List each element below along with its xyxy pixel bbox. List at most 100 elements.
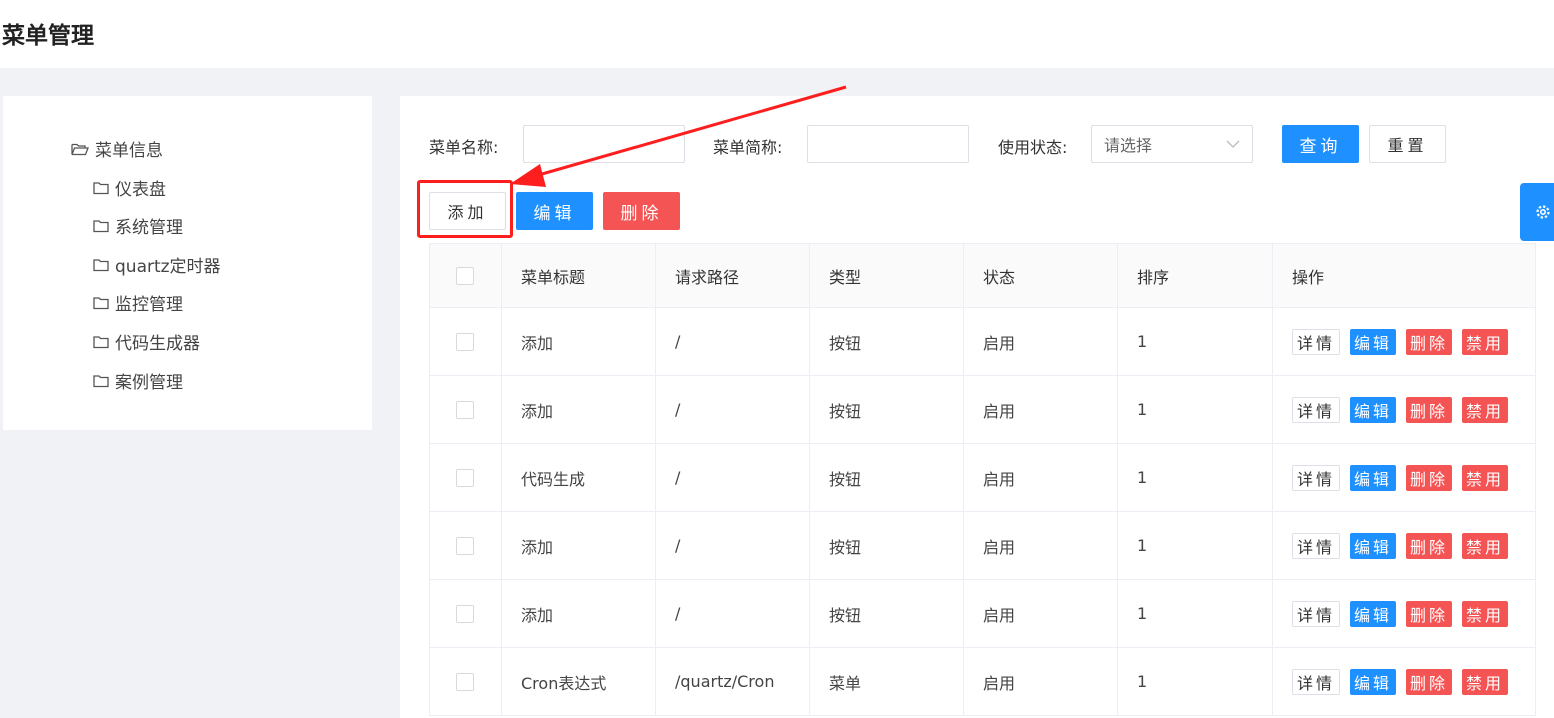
cell-type: 按钮 (809, 443, 964, 512)
row-select-cell (429, 375, 502, 444)
menu-tree-panel: 菜单信息 仪表盘 系统管理 quartz定时器 监控管理 代码生成器 案例管理 (3, 96, 372, 430)
add-button[interactable]: 添加 (429, 192, 506, 230)
tree-node-cases[interactable]: 案例管理 (93, 368, 183, 393)
row-delete-button[interactable]: 删除 (1406, 328, 1453, 355)
table-header-row: 菜单标题 请求路径 类型 状态 排序 操作 (429, 243, 1536, 308)
row-delete-button[interactable]: 删除 (1406, 668, 1453, 695)
row-disable-button[interactable]: 禁用 (1462, 532, 1509, 559)
row-detail-button[interactable]: 详情 (1292, 396, 1341, 423)
cell-path: / (655, 579, 810, 648)
row-delete-button[interactable]: 删除 (1406, 600, 1453, 627)
cell-order: 1 (1117, 511, 1273, 580)
cell-type: 按钮 (809, 307, 964, 376)
short-name-label: 菜单简称: (713, 138, 783, 157)
reset-button[interactable]: 重置 (1369, 125, 1446, 163)
cell-status: 启用 (963, 375, 1118, 444)
row-disable-button[interactable]: 禁用 (1462, 600, 1509, 627)
row-edit-button[interactable]: 编辑 (1350, 532, 1397, 559)
row-checkbox[interactable] (456, 401, 474, 420)
cell-status: 启用 (963, 511, 1118, 580)
tree-node-codegen[interactable]: 代码生成器 (93, 329, 200, 354)
status-select-placeholder: 请选择 (1104, 136, 1153, 155)
row-edit-button[interactable]: 编辑 (1350, 328, 1397, 355)
cell-order: 1 (1117, 443, 1273, 512)
row-checkbox[interactable] (456, 333, 474, 352)
chevron-down-icon (1226, 140, 1240, 148)
row-disable-button[interactable]: 禁用 (1462, 464, 1509, 491)
column-header: 菜单标题 (501, 243, 656, 308)
folder-icon (93, 258, 109, 271)
row-select-cell (429, 579, 502, 648)
row-actions: 详情 编辑 删除 禁用 (1292, 600, 1535, 627)
settings-tab[interactable] (1520, 183, 1554, 241)
table-row: 添加 / 按钮 启用 1 详情 编辑 删除 禁用 (429, 579, 1536, 648)
folder-icon (93, 181, 109, 194)
row-edit-button[interactable]: 编辑 (1350, 396, 1397, 423)
tree-node-label: 仪表盘 (115, 180, 166, 200)
row-checkbox[interactable] (456, 469, 474, 488)
cell-actions: 详情 编辑 删除 禁用 (1272, 307, 1536, 376)
menu-name-input[interactable] (523, 125, 685, 163)
row-detail-button[interactable]: 详情 (1292, 464, 1341, 491)
table-row: 添加 / 按钮 启用 1 详情 编辑 删除 禁用 (429, 307, 1536, 376)
tree-node-label: quartz定时器 (115, 257, 221, 277)
tree-node-quartz[interactable]: quartz定时器 (93, 252, 221, 277)
cell-order: 1 (1117, 375, 1273, 444)
folder-icon (93, 296, 109, 309)
tree-node-label: 代码生成器 (115, 334, 200, 354)
row-disable-button[interactable]: 禁用 (1462, 396, 1509, 423)
page-title: 菜单管理 (2, 23, 94, 49)
tree-node-label: 监控管理 (115, 295, 183, 315)
cell-order: 1 (1117, 307, 1273, 376)
edit-button[interactable]: 编辑 (516, 192, 593, 230)
cell-actions: 详情 编辑 删除 禁用 (1272, 579, 1536, 648)
query-button[interactable]: 查询 (1282, 125, 1359, 163)
row-select-cell (429, 647, 502, 716)
row-detail-button[interactable]: 详情 (1292, 532, 1341, 559)
cell-path: / (655, 443, 810, 512)
row-select-cell (429, 443, 502, 512)
row-detail-button[interactable]: 详情 (1292, 600, 1341, 627)
status-select[interactable]: 请选择 (1091, 125, 1253, 163)
tree-node-dashboard[interactable]: 仪表盘 (93, 175, 166, 200)
select-all-checkbox[interactable] (456, 267, 474, 286)
delete-button[interactable]: 删除 (603, 192, 680, 230)
cell-title: 添加 (501, 579, 656, 648)
main-panel: 菜单名称: 菜单简称: 使用状态: 请选择 查询 重置 添加 编辑 删除 菜单标… (400, 96, 1554, 718)
tree-node-label: 系统管理 (115, 218, 183, 238)
row-disable-button[interactable]: 禁用 (1462, 328, 1509, 355)
folder-icon (93, 374, 109, 387)
row-edit-button[interactable]: 编辑 (1350, 600, 1397, 627)
tree-node-system[interactable]: 系统管理 (93, 213, 183, 238)
row-select-cell (429, 511, 502, 580)
row-edit-button[interactable]: 编辑 (1350, 464, 1397, 491)
row-detail-button[interactable]: 详情 (1292, 668, 1341, 695)
row-actions: 详情 编辑 删除 禁用 (1292, 668, 1535, 695)
menu-table: 菜单标题 请求路径 类型 状态 排序 操作 添加 / 按钮 启用 1 详情 编辑 删除 … (429, 243, 1536, 716)
row-detail-button[interactable]: 详情 (1292, 328, 1341, 355)
row-edit-button[interactable]: 编辑 (1350, 668, 1397, 695)
cell-status: 启用 (963, 579, 1118, 648)
table-row: 代码生成 / 按钮 启用 1 详情 编辑 删除 禁用 (429, 443, 1536, 512)
row-checkbox[interactable] (456, 537, 474, 556)
row-select-cell (429, 307, 502, 376)
tree-node-root[interactable]: 菜单信息 (71, 136, 163, 161)
gear-icon (1536, 205, 1550, 219)
cell-actions: 详情 编辑 删除 禁用 (1272, 511, 1536, 580)
cell-path: / (655, 375, 810, 444)
row-disable-button[interactable]: 禁用 (1462, 668, 1509, 695)
cell-status: 启用 (963, 647, 1118, 716)
folder-open-icon (71, 143, 89, 155)
short-name-input[interactable] (807, 125, 969, 163)
cell-title: 添加 (501, 511, 656, 580)
folder-icon (93, 219, 109, 232)
row-delete-button[interactable]: 删除 (1406, 464, 1453, 491)
row-delete-button[interactable]: 删除 (1406, 532, 1453, 559)
tree-node-monitor[interactable]: 监控管理 (93, 290, 183, 315)
column-header: 排序 (1117, 243, 1273, 308)
row-delete-button[interactable]: 删除 (1406, 396, 1453, 423)
table-row: 添加 / 按钮 启用 1 详情 编辑 删除 禁用 (429, 511, 1536, 580)
cell-actions: 详情 编辑 删除 禁用 (1272, 647, 1536, 716)
row-checkbox[interactable] (456, 605, 474, 624)
row-checkbox[interactable] (456, 673, 474, 692)
